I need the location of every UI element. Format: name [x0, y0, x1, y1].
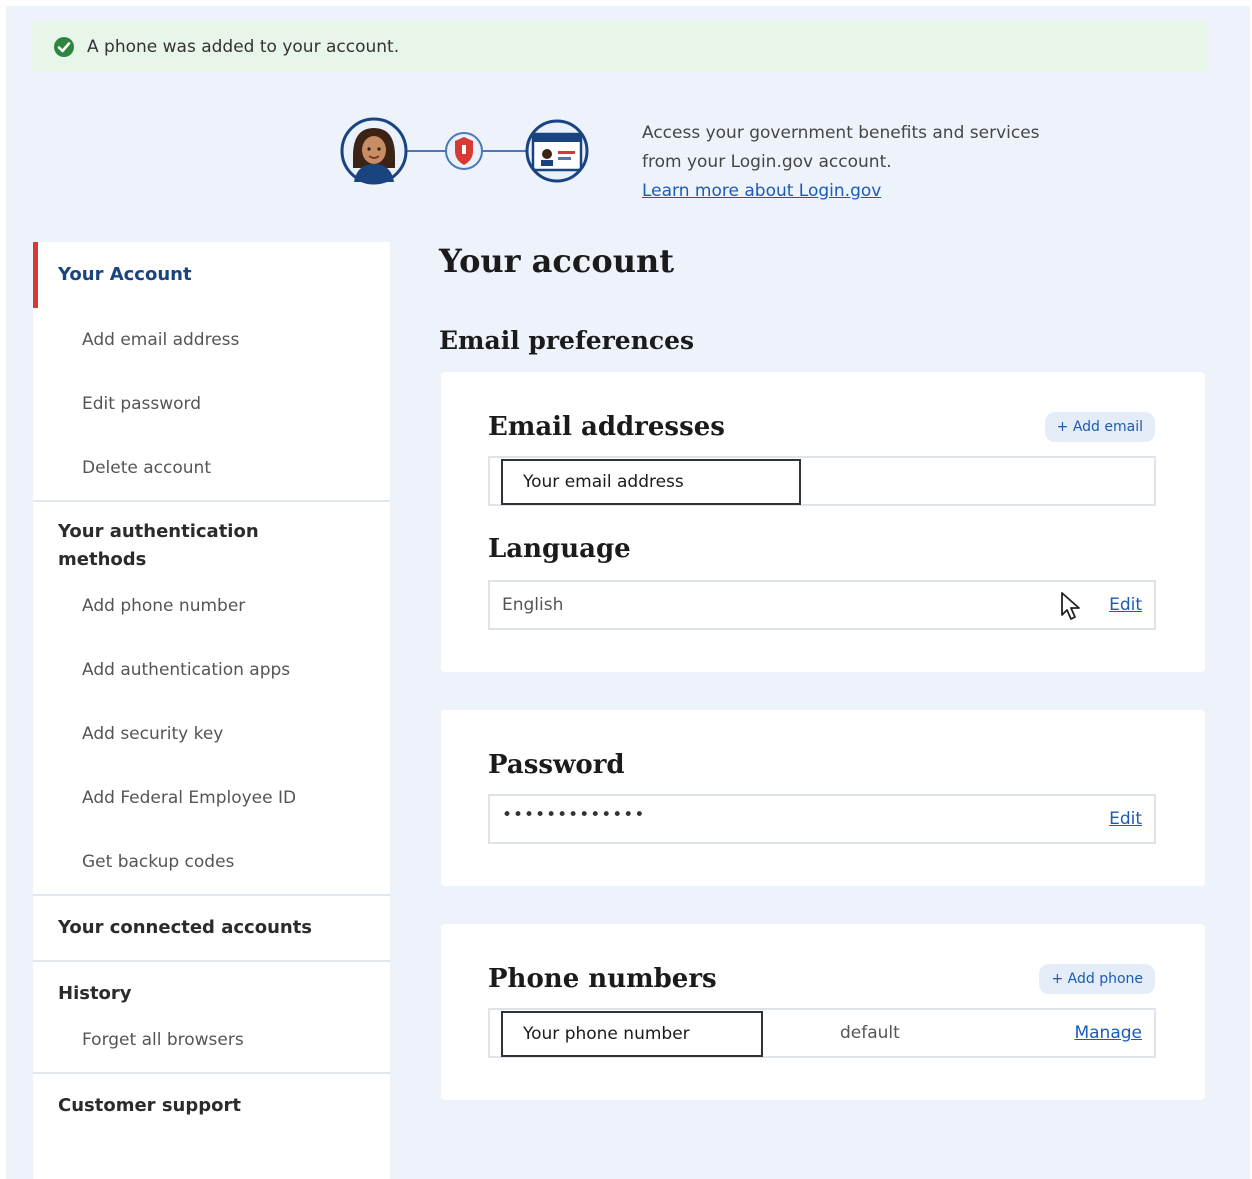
sidebar-item-customer-support[interactable]: Customer support [33, 1074, 390, 1138]
password-value: ••••••••••••• [502, 805, 646, 825]
login-gov-illustration [340, 117, 589, 185]
sidebar-item-edit-password[interactable]: Edit password [33, 372, 390, 436]
check-circle-icon [54, 37, 74, 57]
password-edit-link[interactable]: Edit [1109, 796, 1142, 842]
sidebar-item-forget-browsers[interactable]: Forget all browsers [33, 1008, 390, 1072]
shield-icon [445, 132, 483, 170]
phone-numbers-card: Phone numbers + Add phone Your phone num… [441, 924, 1205, 1100]
person-icon [340, 117, 408, 185]
page: A phone was added to your account. Acces… [6, 6, 1250, 1179]
sidebar-item-your-account[interactable]: Your Account [33, 242, 390, 308]
sidebar-item-connected-accounts[interactable]: Your connected accounts [33, 896, 390, 960]
nav-group-connected: Your connected accounts [33, 896, 390, 962]
sidebar-item-add-auth-apps[interactable]: Add authentication apps [33, 638, 390, 702]
nav-group-account: Your Account Add email address Edit pass… [33, 242, 390, 502]
language-row: English Edit [488, 580, 1156, 630]
password-heading: Password [488, 750, 625, 780]
sidebar-item-history[interactable]: History [33, 962, 390, 1008]
password-card: Password ••••••••••••• Edit [441, 710, 1205, 886]
phone-row: Your phone number default Manage [488, 1008, 1156, 1058]
banner-line-2: from your Login.gov account. [642, 152, 892, 172]
phone-number-box[interactable]: Your phone number [501, 1011, 763, 1057]
phone-numbers-heading: Phone numbers [488, 964, 717, 994]
sidebar-item-delete-account[interactable]: Delete account [33, 436, 390, 500]
email-addresses-heading: Email addresses [488, 412, 725, 442]
sidebar-item-add-phone[interactable]: Add phone number [33, 574, 390, 638]
banner-text: Access your government benefits and serv… [642, 119, 1122, 206]
language-value: English [502, 595, 564, 615]
sidebar-item-add-security-key[interactable]: Add security key [33, 702, 390, 766]
sidebar-item-add-federal-id[interactable]: Add Federal Employee ID [33, 766, 390, 830]
browser-window-icon [525, 119, 589, 183]
email-preferences-title: Email preferences [439, 326, 695, 355]
phone-manage-link[interactable]: Manage [1074, 1010, 1142, 1056]
page-title: Your account [439, 242, 675, 280]
default-label: default [840, 1023, 900, 1043]
nav-group-support: Customer support [33, 1074, 390, 1138]
sidebar-item-backup-codes[interactable]: Get backup codes [33, 830, 390, 894]
sidebar-nav: Your Account Add email address Edit pass… [33, 242, 390, 1179]
alert-message: A phone was added to your account. [87, 37, 400, 57]
email-address-box[interactable]: Your email address [501, 459, 801, 505]
nav-group-auth: Your authentication methods Add phone nu… [33, 502, 390, 896]
learn-more-link[interactable]: Learn more about Login.gov [642, 177, 1122, 206]
sidebar-item-add-email[interactable]: Add email address [33, 308, 390, 372]
language-heading: Language [488, 534, 631, 564]
add-phone-button[interactable]: + Add phone [1039, 964, 1155, 994]
banner-line-1: Access your government benefits and serv… [642, 123, 1040, 143]
success-alert: A phone was added to your account. [31, 22, 1207, 72]
nav-group-history: History Forget all browsers [33, 962, 390, 1074]
email-row: Your email address [488, 456, 1156, 506]
add-email-button[interactable]: + Add email [1044, 412, 1155, 442]
password-row: ••••••••••••• Edit [488, 794, 1156, 844]
mouse-pointer-icon [1061, 592, 1080, 620]
sidebar-item-auth-methods[interactable]: Your authentication methods [33, 502, 318, 574]
email-preferences-card: Email addresses + Add email Your email a… [441, 372, 1205, 672]
language-edit-link[interactable]: Edit [1109, 582, 1142, 628]
